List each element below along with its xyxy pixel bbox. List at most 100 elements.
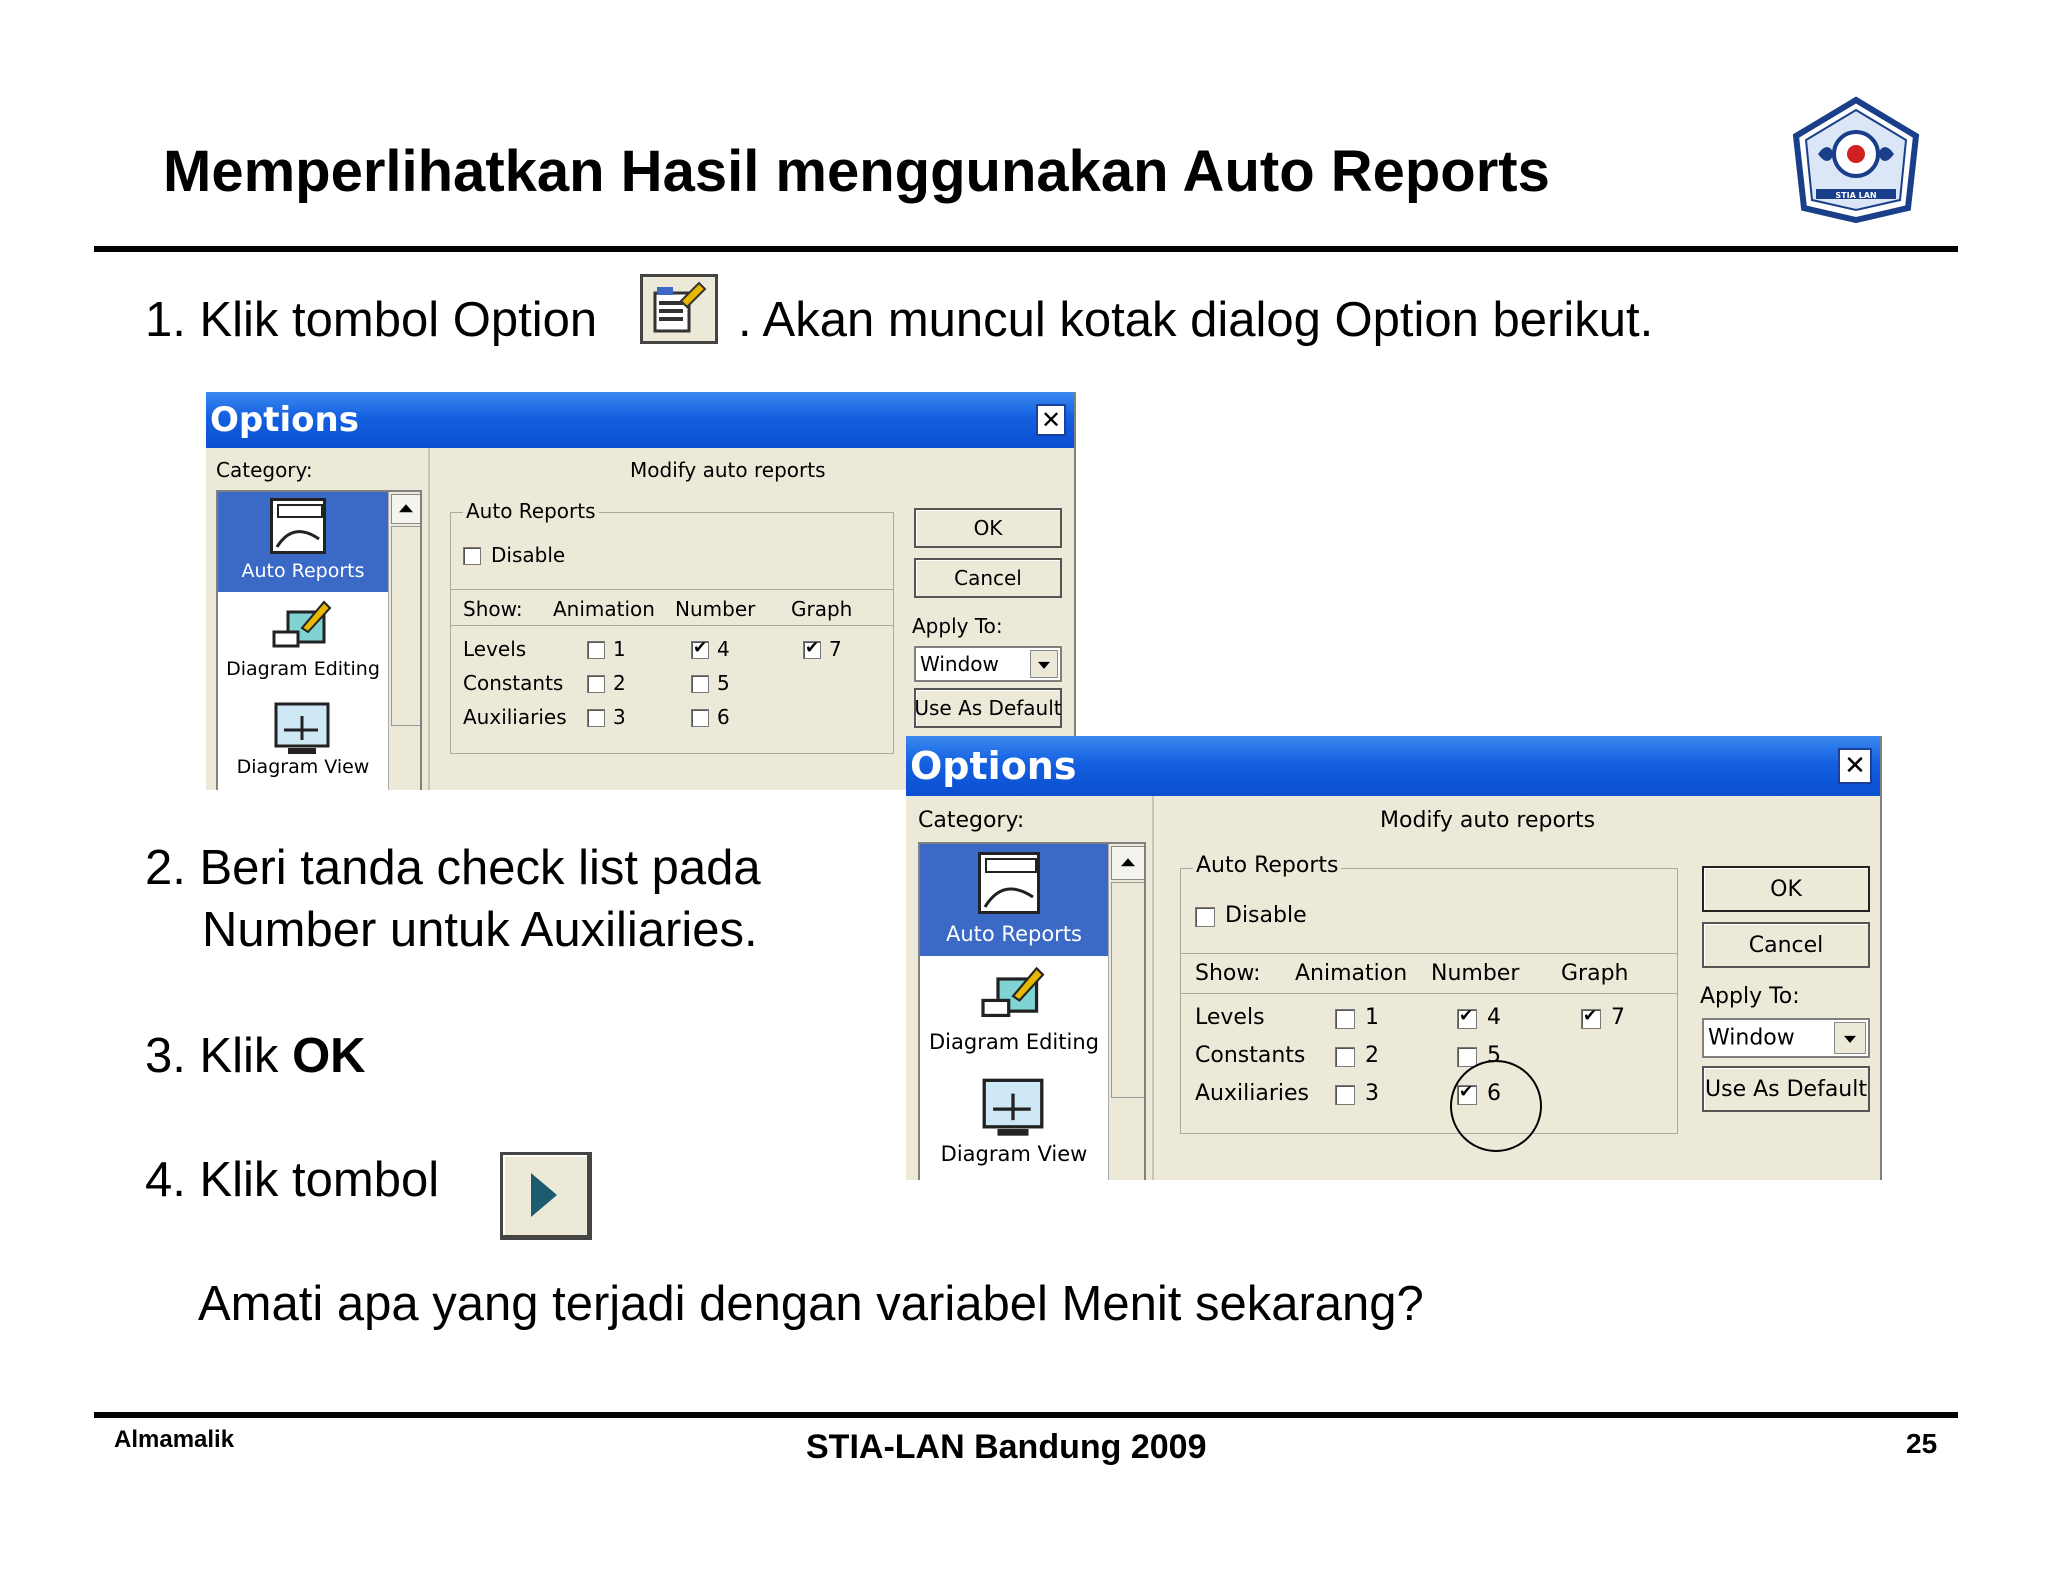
animation-constants-value: 2 <box>1365 1043 1379 1068</box>
diagram-view-icon <box>982 1078 1044 1138</box>
footer-rule <box>94 1412 1958 1418</box>
header-separator <box>451 589 893 590</box>
row-auxiliaries-label: Auxiliaries <box>1195 1081 1309 1106</box>
category-label-diagram-view: Diagram View <box>940 1142 1088 1166</box>
row-auxiliaries-label: Auxiliaries <box>463 705 567 729</box>
number-auxiliaries-value: 6 <box>717 705 730 729</box>
ok-button[interactable]: OK <box>1702 866 1870 912</box>
use-as-default-button[interactable]: Use As Default <box>914 688 1062 728</box>
options-dialog-after: Options ✕ Category: Modify auto reports … <box>906 736 1882 1180</box>
disable-label: Disable <box>491 543 566 567</box>
auto-reports-group-label: Auto Reports <box>1193 853 1342 878</box>
apply-to-value: Window <box>1708 1025 1795 1051</box>
footer-center: STIA-LAN Bandung 2009 <box>806 1428 1207 1466</box>
auto-reports-group-label: Auto Reports <box>463 499 599 523</box>
use-as-default-button[interactable]: Use As Default <box>1702 1066 1870 1112</box>
title-rule <box>94 246 1958 252</box>
diagram-editing-icon <box>980 964 1046 1024</box>
dialog-title: Options <box>210 400 359 440</box>
category-diagram-view[interactable]: Diagram View <box>218 698 388 790</box>
scroll-up-icon[interactable] <box>1111 846 1144 880</box>
animation-constants-value: 2 <box>613 671 626 695</box>
dialog-title: Options <box>910 744 1077 788</box>
animation-levels-checkbox[interactable] <box>1335 1009 1355 1029</box>
animation-auxiliaries-checkbox[interactable] <box>587 709 605 727</box>
row-levels-label: Levels <box>463 637 527 661</box>
animation-levels-value: 1 <box>613 637 626 661</box>
number-constants-checkbox[interactable] <box>691 675 709 693</box>
step-3-prefix: 3. Klik <box>145 1029 293 1083</box>
header-number: Number <box>1431 961 1520 986</box>
ok-button[interactable]: OK <box>914 508 1062 548</box>
animation-constants-checkbox[interactable] <box>1335 1047 1355 1067</box>
step-3-text: 3. Klik OK <box>145 1032 366 1081</box>
graph-levels-checkbox[interactable] <box>1581 1006 1601 1029</box>
animation-auxiliaries-checkbox[interactable] <box>1335 1085 1355 1105</box>
disable-checkbox[interactable] <box>1195 907 1215 927</box>
category-label-auto-reports: Auto Reports <box>241 560 365 582</box>
apply-to-select[interactable]: Window <box>914 646 1062 682</box>
diagram-view-icon <box>274 702 330 756</box>
auto-reports-icon <box>978 852 1040 914</box>
number-auxiliaries-checkbox[interactable] <box>691 709 709 727</box>
animation-auxiliaries-value: 3 <box>613 705 626 729</box>
step-2-line-1: 2. Beri tanda check list pada <box>145 841 761 895</box>
animation-constants-checkbox[interactable] <box>587 675 605 693</box>
category-label-diagram-editing: Diagram Editing <box>929 1030 1099 1054</box>
footer-author: Almamalik <box>114 1426 235 1453</box>
category-diagram-view[interactable]: Diagram View <box>920 1072 1108 1180</box>
category-label: Category: <box>216 458 313 482</box>
header-separator <box>1181 953 1677 954</box>
page-number: 25 <box>1906 1428 1938 1459</box>
options-dialog-before: Options ✕ Category: Modify auto reports … <box>206 392 1076 790</box>
category-list[interactable]: Auto Reports Diagram Editing Diagram Vie… <box>216 490 422 790</box>
category-auto-reports[interactable]: Auto Reports <box>920 844 1108 956</box>
animation-levels-checkbox[interactable] <box>587 641 605 659</box>
disable-checkbox[interactable] <box>463 547 481 565</box>
category-diagram-editing[interactable]: Diagram Editing <box>920 960 1108 1070</box>
number-constants-checkbox[interactable] <box>1457 1047 1477 1067</box>
row-constants-label: Constants <box>463 671 564 695</box>
scroll-thumb[interactable] <box>1111 882 1144 1098</box>
category-label-diagram-view: Diagram View <box>236 756 370 778</box>
modify-auto-reports-heading: Modify auto reports <box>1380 808 1596 833</box>
number-levels-checkbox[interactable] <box>691 638 709 659</box>
scroll-up-icon[interactable] <box>391 494 420 524</box>
category-scrollbar[interactable] <box>1108 844 1144 1180</box>
header-number: Number <box>675 597 756 621</box>
number-levels-checkbox[interactable] <box>1457 1006 1477 1029</box>
number-levels-value: 4 <box>717 637 730 661</box>
cancel-button[interactable]: Cancel <box>914 558 1062 598</box>
chevron-down-icon[interactable] <box>1030 650 1058 678</box>
divider <box>1152 796 1154 1180</box>
animation-auxiliaries-value: 3 <box>1365 1081 1379 1106</box>
dialog-titlebar: Options ✕ <box>206 392 1074 448</box>
cancel-button[interactable]: Cancel <box>1702 922 1870 968</box>
category-auto-reports[interactable]: Auto Reports <box>218 492 388 592</box>
header-graph: Graph <box>791 597 853 621</box>
row-constants-label: Constants <box>1195 1043 1306 1068</box>
close-icon[interactable]: ✕ <box>1838 748 1872 784</box>
step-4-text: 4. Klik tombol <box>145 1153 440 1207</box>
apply-to-label: Apply To: <box>912 614 1003 638</box>
chevron-down-icon[interactable] <box>1834 1022 1866 1054</box>
options-icon <box>640 274 718 344</box>
slide-title: Memperlihatkan Hasil menggunakan Auto Re… <box>163 139 1550 204</box>
category-scrollbar[interactable] <box>388 492 420 790</box>
graph-levels-checkbox[interactable] <box>803 638 821 659</box>
category-diagram-editing[interactable]: Diagram Editing <box>218 596 388 696</box>
apply-to-value: Window <box>920 652 999 676</box>
header-show: Show: <box>463 597 523 621</box>
category-label-diagram-editing: Diagram Editing <box>226 658 380 680</box>
header-separator-bottom <box>451 625 893 626</box>
category-list[interactable]: Auto Reports Diagram Editing Diagram Vie… <box>918 842 1146 1180</box>
graph-levels-value: 7 <box>1611 1005 1625 1030</box>
divider <box>428 448 430 790</box>
auto-reports-icon <box>270 498 326 554</box>
header-separator-bottom <box>1181 993 1677 994</box>
close-icon[interactable]: ✕ <box>1036 404 1066 436</box>
scroll-thumb[interactable] <box>391 526 420 726</box>
apply-to-select[interactable]: Window <box>1702 1018 1870 1058</box>
number-levels-value: 4 <box>1487 1005 1501 1030</box>
disable-label: Disable <box>1225 903 1307 928</box>
